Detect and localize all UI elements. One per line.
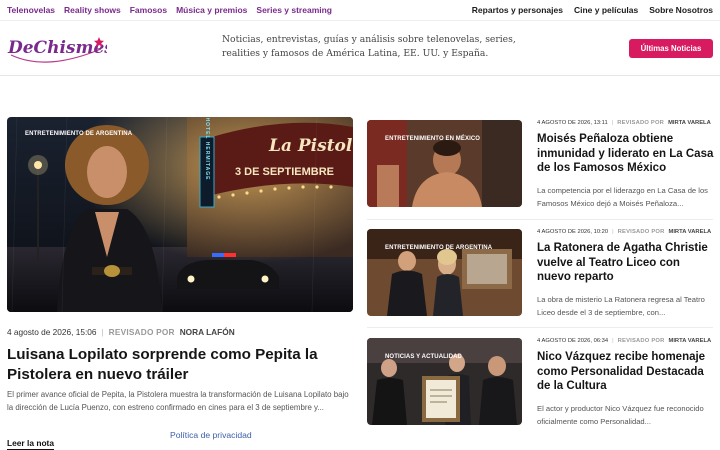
nav-item-cine[interactable]: Cine y películas [574, 5, 638, 15]
privacy-policy-link[interactable]: Política de privacidad [170, 430, 252, 440]
nav-item-repartos[interactable]: Repartos y personajes [472, 5, 563, 15]
card-meta: 4 AGOSTO DE 2026, 10:20 | REVISADO POR M… [537, 229, 717, 235]
site-header: DeChismes Noticias, entrevistas, guías y… [0, 20, 720, 76]
thumbnail-illustration [367, 338, 522, 425]
card-title[interactable]: Moisés Peñaloza obtiene inmunidad y lide… [537, 132, 715, 176]
site-tagline: Noticias, entrevistas, guías y análisis … [222, 34, 516, 59]
meta-separator: | [101, 327, 104, 337]
featured-date: 4 agosto de 2026, 15:06 [7, 327, 97, 337]
reviewed-by-label: REVISADO POR [617, 338, 665, 344]
card-divider [367, 327, 713, 328]
nav-item-series-y-streaming[interactable]: Series y streaming [256, 5, 332, 15]
marquee-title: La Pistolera [268, 136, 353, 156]
card-category-tag[interactable]: Entretenimiento en México [385, 136, 480, 142]
meta-separator: | [612, 229, 614, 235]
thumbnail-illustration [367, 229, 522, 316]
featured-author[interactable]: NORA LAFÓN [180, 327, 235, 337]
card-excerpt: La competencia por el liderazgo en La Ca… [537, 186, 708, 208]
logo-wordmark: DeChismes [7, 38, 107, 58]
card-date: 4 AGOSTO DE 2026, 13:11 [537, 120, 608, 126]
nav-item-famosos[interactable]: Famosos [130, 5, 167, 15]
nav-item-musica-y-premios[interactable]: Música y premios [176, 5, 247, 15]
reviewed-by-label: REVISADO POR [108, 327, 175, 337]
card-excerpt: El actor y productor Nico Vázquez fue re… [537, 404, 704, 426]
meta-separator: | [612, 338, 614, 344]
featured-excerpt: El primer avance oficial de Pepita, la P… [7, 390, 349, 412]
nav-item-telenovelas[interactable]: Telenovelas [7, 5, 55, 15]
card-author[interactable]: MIRTA VARELA [668, 338, 711, 344]
featured-image[interactable]: La Pistolera 3 DE SEPTIEMBRE HOTEL HERMI… [7, 117, 353, 312]
featured-image-illustration: La Pistolera 3 DE SEPTIEMBRE HOTEL HERMI… [7, 117, 353, 312]
nav-categories: Telenovelas Reality shows Famosos Música… [7, 5, 341, 15]
marquee-date: 3 DE SEPTIEMBRE [235, 166, 334, 178]
card-author[interactable]: MIRTA VARELA [668, 229, 711, 235]
card-title[interactable]: Nico Vázquez recibe homenaje como Person… [537, 350, 715, 394]
reviewed-by-label: REVISADO POR [617, 229, 665, 235]
nav-secondary: Repartos y personajes Cine y películas S… [461, 5, 713, 15]
card-category-tag[interactable]: Noticias y actualidad [385, 354, 462, 360]
top-navigation: Telenovelas Reality shows Famosos Música… [0, 0, 720, 20]
hotel-sign: HOTEL HERMITAGE [204, 118, 210, 181]
card-meta: 4 AGOSTO DE 2026, 06:34 | REVISADO POR M… [537, 338, 717, 344]
article-thumbnail[interactable]: Entretenimiento de Argentina [367, 229, 522, 316]
card-author[interactable]: MIRTA VARELA [668, 120, 711, 126]
reviewed-by-label: REVISADO POR [617, 120, 665, 126]
card-meta: 4 AGOSTO DE 2026, 13:11 | REVISADO POR M… [537, 120, 717, 126]
latest-news-button[interactable]: Últimas Noticias [629, 39, 713, 58]
featured-meta: 4 agosto de 2026, 15:06 | REVISADO POR N… [7, 327, 235, 337]
card-date: 4 AGOSTO DE 2026, 10:20 [537, 229, 609, 235]
site-logo[interactable]: DeChismes [7, 33, 107, 65]
meta-separator: | [611, 120, 614, 126]
card-excerpt: La obra de misterio La Ratonera regresa … [537, 295, 705, 317]
article-thumbnail[interactable]: Noticias y actualidad [367, 338, 522, 425]
read-more-link[interactable]: Leer la nota [7, 438, 55, 450]
article-thumbnail[interactable]: Entretenimiento en México [367, 120, 522, 207]
card-category-tag[interactable]: Entretenimiento de Argentina [385, 245, 492, 251]
thumbnail-illustration [367, 120, 522, 207]
nav-item-sobre-nosotros[interactable]: Sobre Nosotros [649, 5, 713, 15]
featured-category-tag[interactable]: Entretenimiento de Argentina [25, 131, 132, 137]
nav-item-reality-shows[interactable]: Reality shows [64, 5, 121, 15]
card-divider [367, 219, 713, 220]
card-date: 4 AGOSTO DE 2026, 06:34 [537, 338, 609, 344]
featured-title[interactable]: Luisana Lopilato sorprende como Pepita l… [7, 345, 353, 384]
card-title[interactable]: La Ratonera de Agatha Christie vuelve al… [537, 241, 715, 285]
